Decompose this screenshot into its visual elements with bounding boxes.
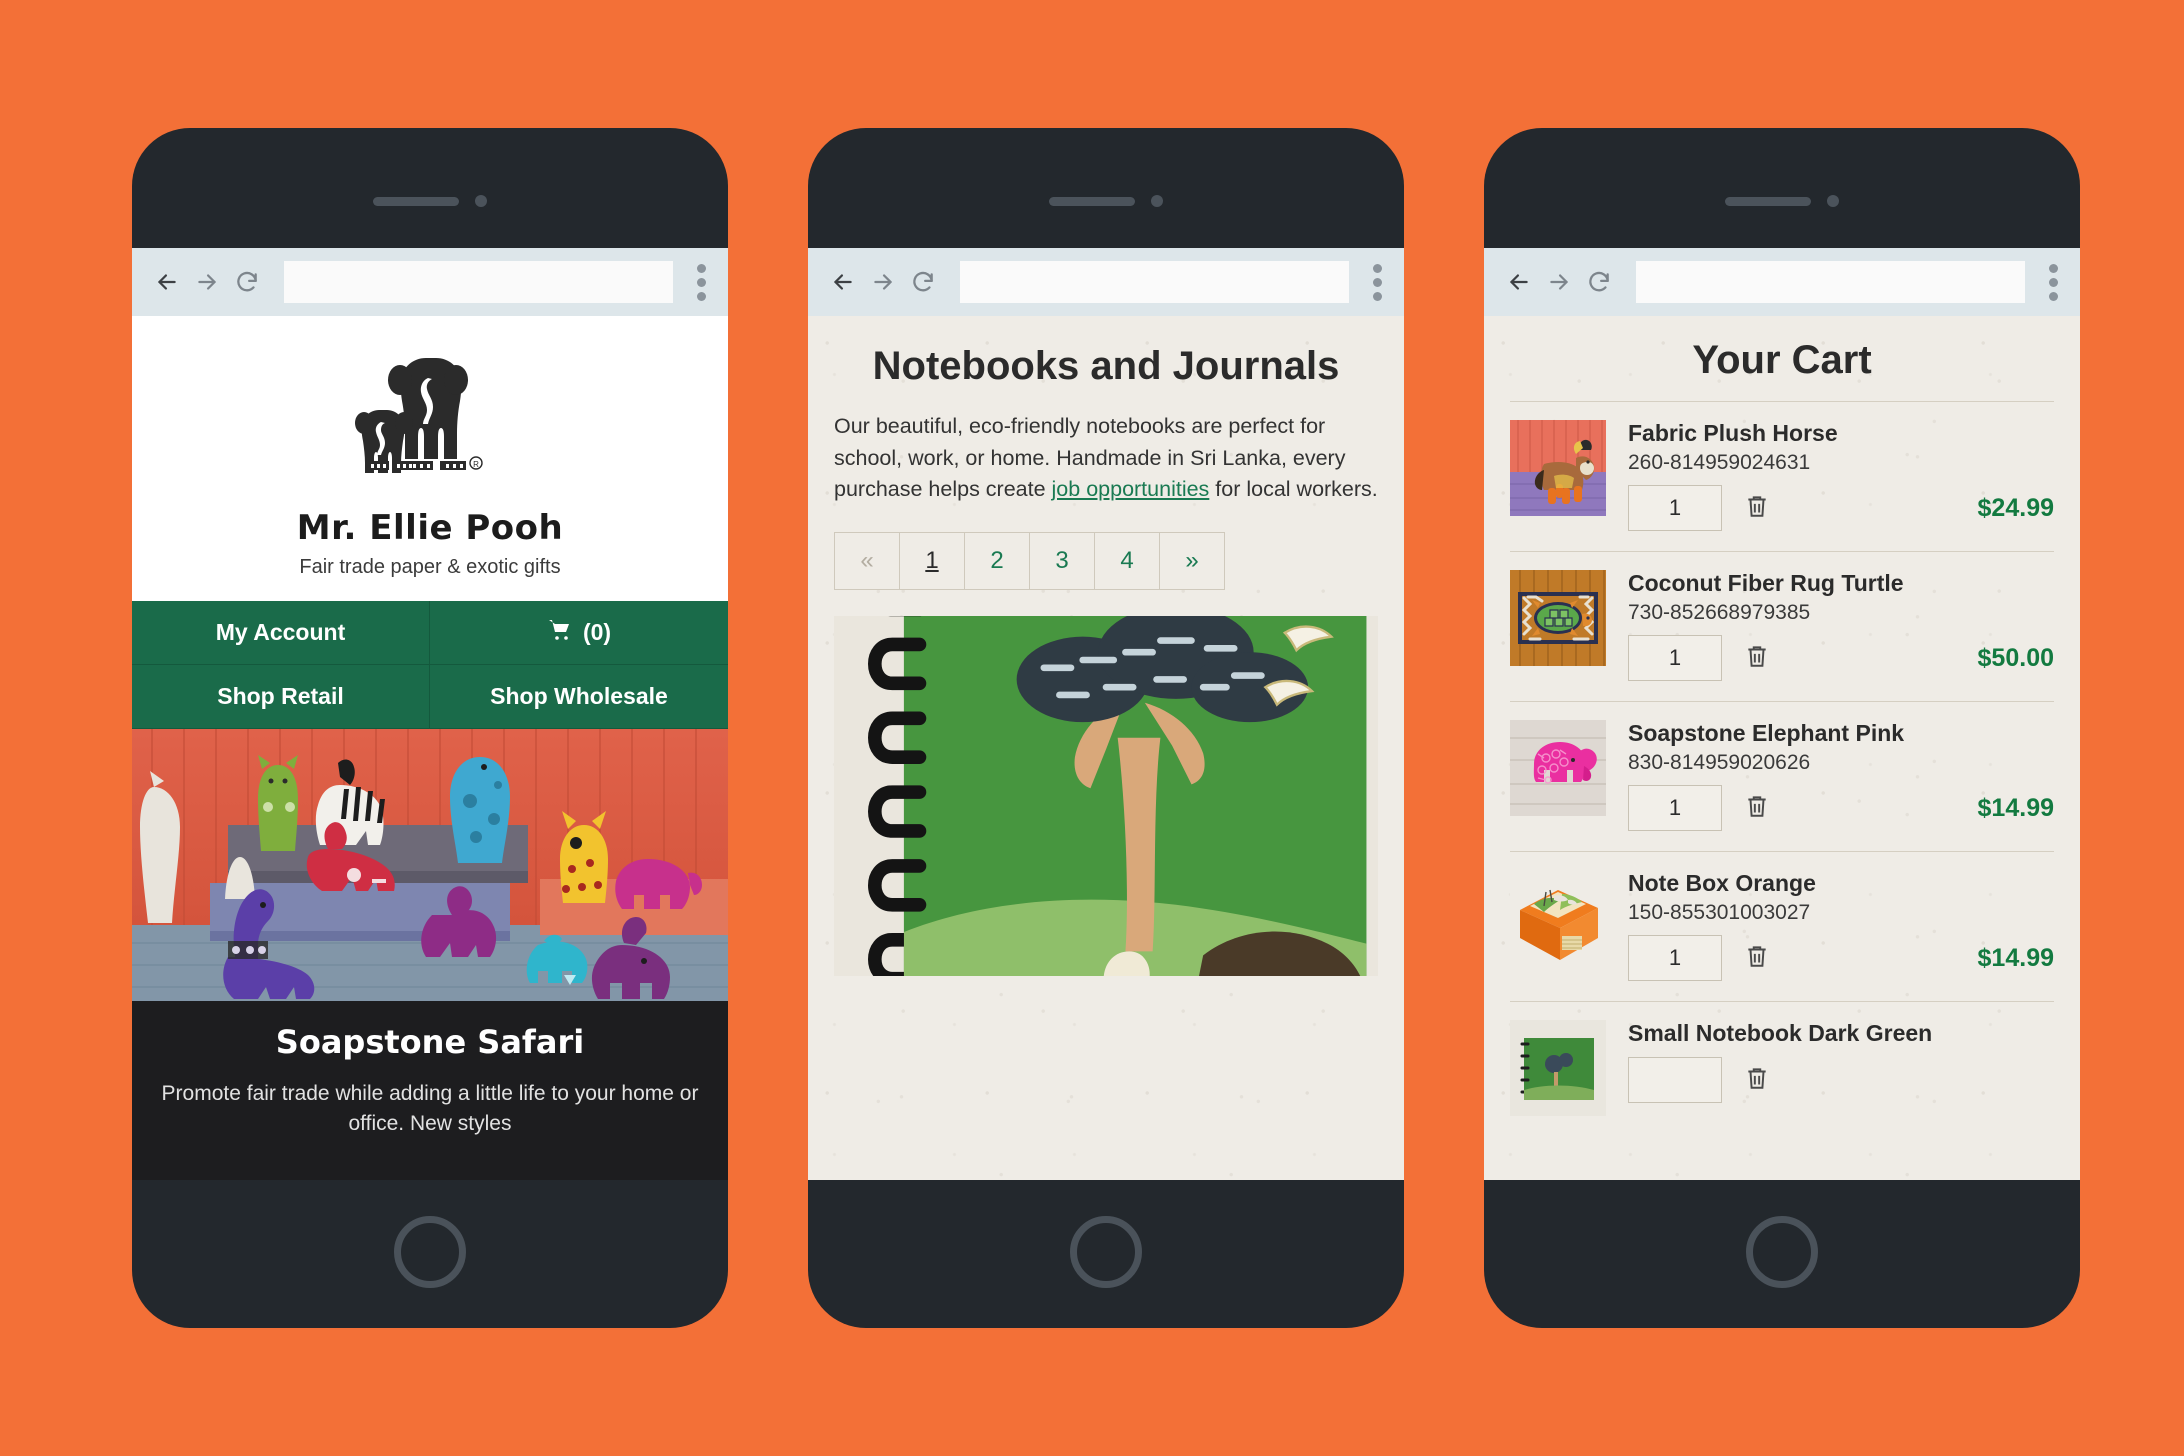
- phone-speaker: [1049, 195, 1163, 207]
- green-notebook-photo[interactable]: [1510, 1020, 1606, 1116]
- phone-screen-category: Notebooks and Journals Our beautiful, ec…: [808, 248, 1404, 1180]
- phone-mockup-home: R Mr. Ellie Pooh Fair trade paper & exot…: [132, 128, 728, 1328]
- cart-row: Note Box Orange 150-855301003027 1 $14.9…: [1510, 851, 2054, 1001]
- job-opportunities-link[interactable]: job opportunities: [1052, 477, 1210, 501]
- page-title: Your Cart: [1692, 338, 1872, 382]
- poster-canvas: R Mr. Ellie Pooh Fair trade paper & exot…: [0, 0, 2184, 1456]
- front-camera-icon: [1827, 195, 1839, 207]
- reload-icon[interactable]: [910, 269, 936, 295]
- nav-shop-wholesale[interactable]: Shop Wholesale: [430, 665, 728, 729]
- forward-arrow-icon[interactable]: [870, 269, 896, 295]
- orange-note-box-photo[interactable]: [1510, 870, 1606, 966]
- phone-mockup-category: Notebooks and Journals Our beautiful, ec…: [808, 128, 1404, 1328]
- trash-icon[interactable]: [1744, 492, 1770, 525]
- nav-my-account[interactable]: My Account: [132, 601, 430, 665]
- home-button[interactable]: [1070, 1216, 1142, 1288]
- trash-icon[interactable]: [1744, 792, 1770, 825]
- product-name[interactable]: Note Box Orange: [1628, 870, 2054, 897]
- pagination-first[interactable]: «: [835, 533, 900, 590]
- pink-elephant-photo[interactable]: [1510, 720, 1606, 816]
- front-camera-icon: [475, 195, 487, 207]
- quantity-input[interactable]: 1: [1628, 485, 1722, 531]
- brand-name: Mr. Ellie Pooh: [296, 508, 564, 548]
- product-sku: 150-855301003027: [1628, 901, 1811, 924]
- front-camera-icon: [1151, 195, 1163, 207]
- pagination-next[interactable]: »: [1160, 533, 1224, 589]
- quantity-input[interactable]: 1: [1628, 635, 1722, 681]
- home-button[interactable]: [1746, 1216, 1818, 1288]
- phone-speaker: [373, 195, 487, 207]
- nav-shop-retail[interactable]: Shop Retail: [132, 665, 430, 729]
- product-price: $14.99: [1977, 943, 2054, 972]
- url-input[interactable]: [960, 261, 1349, 303]
- svg-text:R: R: [473, 460, 479, 469]
- pagination-page-2[interactable]: 2: [965, 533, 1030, 590]
- cart-page: Your Cart Fabric Plush Horse 260-8149590…: [1484, 316, 2080, 1180]
- cart-row: Fabric Plush Horse 260-814959024631 1 $2…: [1510, 401, 2054, 551]
- product-price: $50.00: [1977, 643, 2054, 672]
- pagination-page-1[interactable]: 1: [900, 533, 965, 590]
- browser-chrome: [808, 248, 1404, 316]
- product-name[interactable]: Coconut Fiber Rug Turtle: [1628, 570, 2054, 597]
- turtle-rug-photo[interactable]: [1510, 570, 1606, 666]
- cart-icon: [547, 618, 573, 648]
- product-sku: 830-814959020626: [1628, 751, 1811, 774]
- category-page: Notebooks and Journals Our beautiful, ec…: [808, 316, 1404, 1180]
- back-arrow-icon[interactable]: [1506, 269, 1532, 295]
- product-sku: 730-852668979385: [1628, 601, 1811, 624]
- forward-arrow-icon[interactable]: [194, 269, 220, 295]
- reload-icon[interactable]: [234, 269, 260, 295]
- pagination-page-3[interactable]: 3: [1030, 533, 1095, 590]
- cart-row: Coconut Fiber Rug Turtle 730-85266897938…: [1510, 551, 2054, 701]
- green-elephant-notebook-photo[interactable]: [834, 616, 1378, 977]
- phone-speaker: [1725, 195, 1839, 207]
- kebab-menu-icon[interactable]: [1373, 263, 1388, 301]
- promo-text: Promote fair trade while adding a little…: [161, 1082, 699, 1135]
- soapstone-animals-photo: [132, 729, 728, 1001]
- home-button[interactable]: [394, 1216, 466, 1288]
- promo-title: Soapstone Safari: [275, 1023, 585, 1061]
- forward-arrow-icon[interactable]: [1546, 269, 1572, 295]
- back-arrow-icon[interactable]: [154, 269, 180, 295]
- product-sku: 260-814959024631: [1628, 451, 1811, 474]
- url-input[interactable]: [1636, 261, 2025, 303]
- main-nav: My Account (0) Shop Retail Shop Wholesal…: [132, 601, 728, 729]
- kebab-menu-icon[interactable]: [697, 263, 712, 301]
- phone-screen-home: R Mr. Ellie Pooh Fair trade paper & exot…: [132, 248, 728, 1180]
- phone-mockup-cart: Your Cart Fabric Plush Horse 260-8149590…: [1484, 128, 2080, 1328]
- trash-icon[interactable]: [1744, 1064, 1770, 1097]
- browser-chrome: [132, 248, 728, 316]
- pagination: « 1 2 3 4 »: [834, 532, 1225, 591]
- product-name[interactable]: Soapstone Elephant Pink: [1628, 720, 2054, 747]
- browser-chrome: [1484, 248, 2080, 316]
- product-name[interactable]: Fabric Plush Horse: [1628, 420, 2054, 447]
- cart-items-list: Fabric Plush Horse 260-814959024631 1 $2…: [1484, 401, 2080, 1136]
- quantity-input[interactable]: [1628, 1057, 1722, 1103]
- quantity-input[interactable]: 1: [1628, 935, 1722, 981]
- product-price: $24.99: [1977, 493, 2054, 522]
- phone-screen-cart: Your Cart Fabric Plush Horse 260-8149590…: [1484, 248, 2080, 1180]
- kebab-menu-icon[interactable]: [2049, 263, 2064, 301]
- cart-row: Small Notebook Dark Green: [1510, 1001, 2054, 1136]
- nav-cart[interactable]: (0): [430, 601, 728, 665]
- product-price: $14.99: [1977, 793, 2054, 822]
- elephant-logo-icon: R: [132, 344, 728, 494]
- back-arrow-icon[interactable]: [830, 269, 856, 295]
- url-input[interactable]: [284, 261, 673, 303]
- product-name[interactable]: Small Notebook Dark Green: [1628, 1020, 2054, 1047]
- promo-band: Soapstone Safari Promote fair trade whil…: [132, 1001, 728, 1180]
- plush-horse-photo[interactable]: [1510, 420, 1606, 516]
- brand-tagline: Fair trade paper & exotic gifts: [299, 556, 561, 578]
- quantity-input[interactable]: 1: [1628, 785, 1722, 831]
- pagination-page-4[interactable]: 4: [1095, 533, 1160, 590]
- site-header: R Mr. Ellie Pooh Fair trade paper & exot…: [132, 316, 728, 601]
- page-title: Notebooks and Journals: [872, 344, 1340, 388]
- home-page: R Mr. Ellie Pooh Fair trade paper & exot…: [132, 316, 728, 1180]
- trash-icon[interactable]: [1744, 642, 1770, 675]
- cart-row: Soapstone Elephant Pink 830-814959020626…: [1510, 701, 2054, 851]
- reload-icon[interactable]: [1586, 269, 1612, 295]
- trash-icon[interactable]: [1744, 942, 1770, 975]
- category-description: Our beautiful, eco-friendly notebooks ar…: [834, 413, 1378, 502]
